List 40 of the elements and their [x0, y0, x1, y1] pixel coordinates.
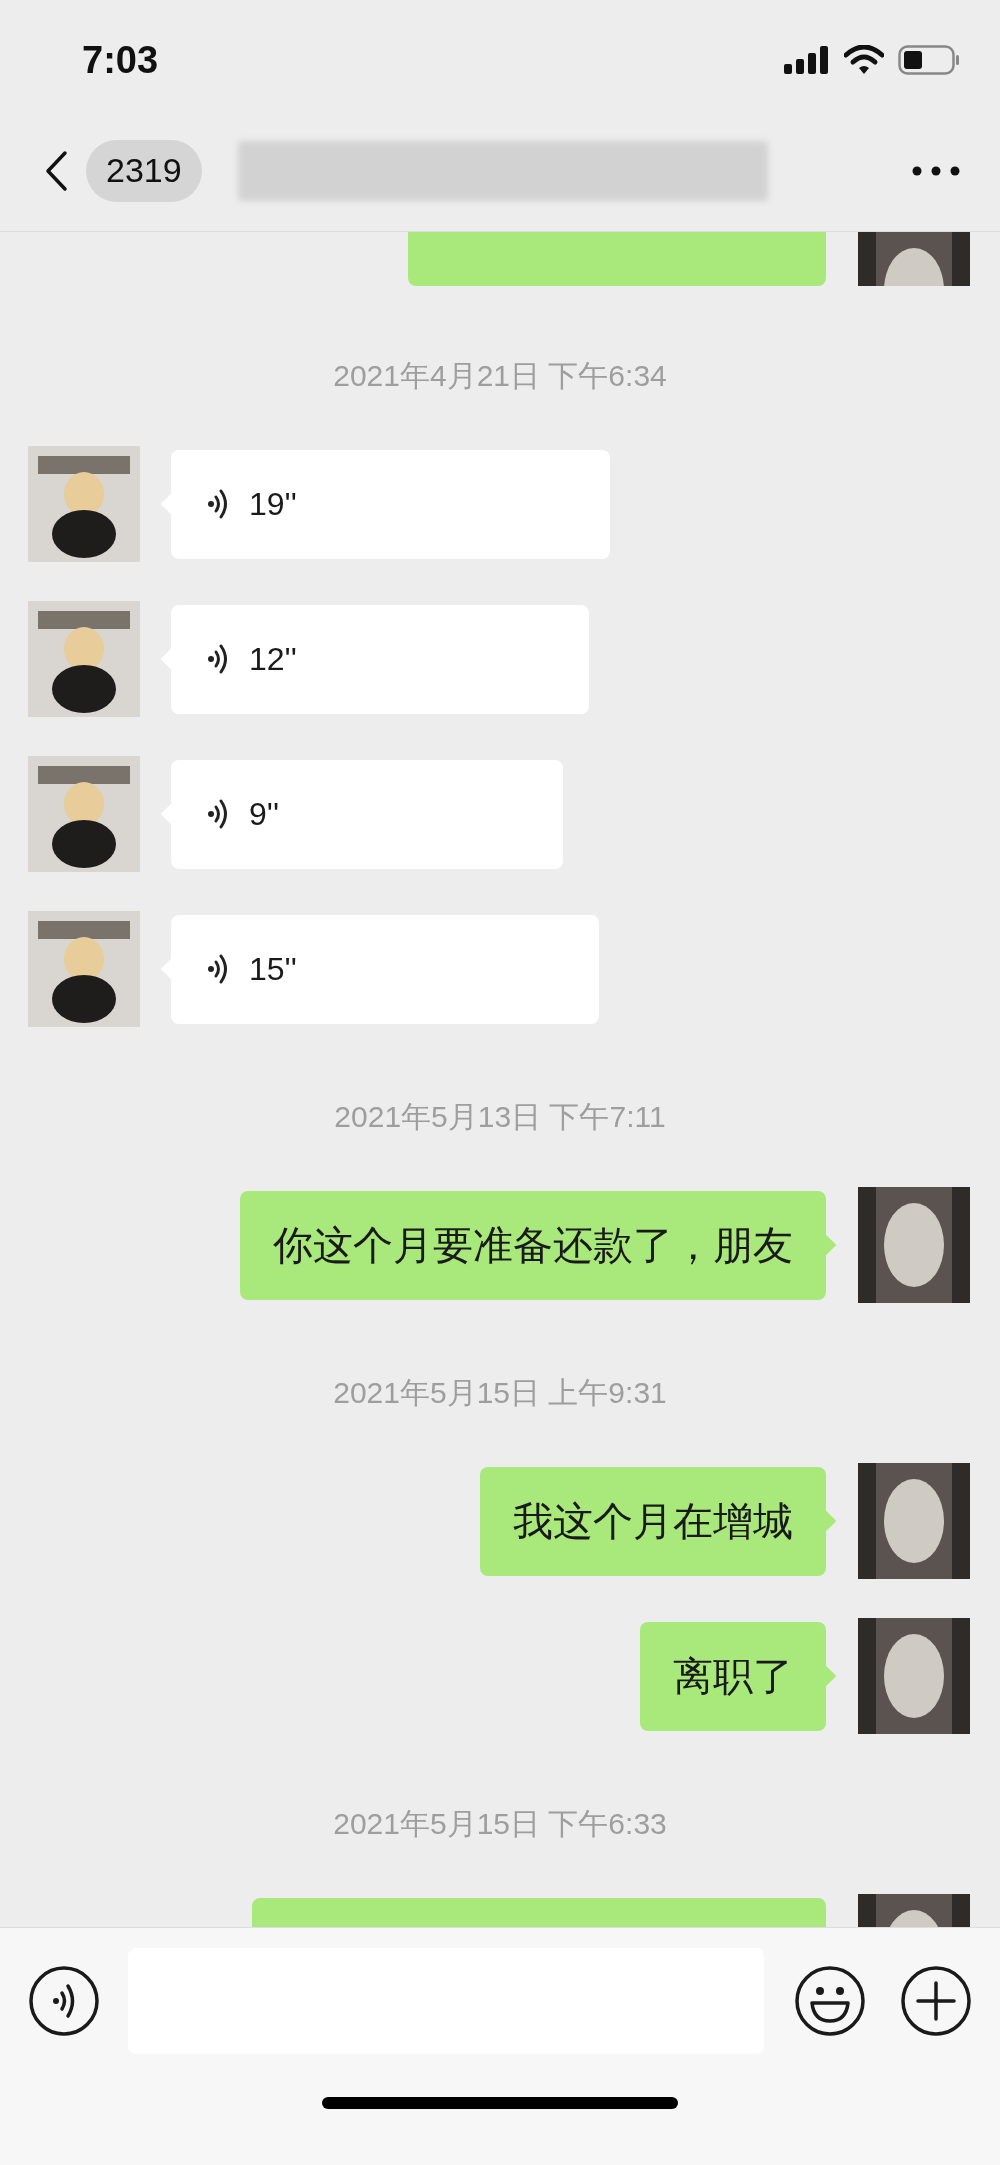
back-icon[interactable]	[44, 149, 68, 192]
avatar[interactable]	[858, 232, 970, 286]
voice-input-icon[interactable]	[28, 1965, 100, 2037]
voice-duration: 9''	[249, 795, 279, 834]
message-text: 你这个月要准备还款了，朋友	[273, 1222, 793, 1269]
message-bubble[interactable]: 我这个月在增城	[480, 1466, 826, 1576]
voice-icon	[207, 642, 229, 676]
voice-message[interactable]: 9''	[171, 759, 563, 869]
emoji-icon[interactable]	[794, 1965, 866, 2037]
avatar[interactable]	[858, 1618, 970, 1734]
voice-duration: 19''	[249, 485, 297, 524]
signal-icon	[784, 46, 830, 74]
status-time: 7:03	[82, 37, 159, 83]
unread-count-badge[interactable]: 2319	[86, 139, 202, 202]
avatar[interactable]	[858, 1463, 970, 1579]
avatar[interactable]	[28, 446, 140, 562]
more-icon[interactable]	[912, 165, 960, 176]
message-bubble[interactable]: 离职了	[640, 1621, 826, 1731]
voice-icon	[207, 952, 229, 986]
voice-duration: 15''	[249, 950, 297, 989]
message-text: 离职了	[673, 1653, 793, 1700]
voice-message[interactable]: 15''	[171, 914, 599, 1024]
avatar[interactable]	[28, 756, 140, 872]
wifi-icon	[844, 45, 884, 75]
message-text: 我这个月在增城	[513, 1498, 793, 1545]
avatar[interactable]	[28, 911, 140, 1027]
voice-icon	[207, 797, 229, 831]
plus-icon[interactable]	[900, 1965, 972, 2037]
voice-icon	[207, 487, 229, 521]
message-bubble[interactable]: 你这个月要准备还款了，朋友	[240, 1190, 826, 1300]
avatar[interactable]	[858, 1187, 970, 1303]
timestamp: 2021年5月15日 下午6:33	[333, 1806, 667, 1842]
voice-message[interactable]: 19''	[171, 449, 610, 559]
voice-duration: 12''	[249, 640, 297, 679]
timestamp: 2021年5月15日 上午9:31	[333, 1375, 667, 1411]
voice-message[interactable]: 12''	[171, 604, 589, 714]
avatar[interactable]	[28, 601, 140, 717]
battery-icon	[898, 45, 960, 75]
timestamp: 2021年4月21日 下午6:34	[333, 358, 667, 394]
timestamp: 2021年5月13日 下午7:11	[334, 1099, 666, 1135]
